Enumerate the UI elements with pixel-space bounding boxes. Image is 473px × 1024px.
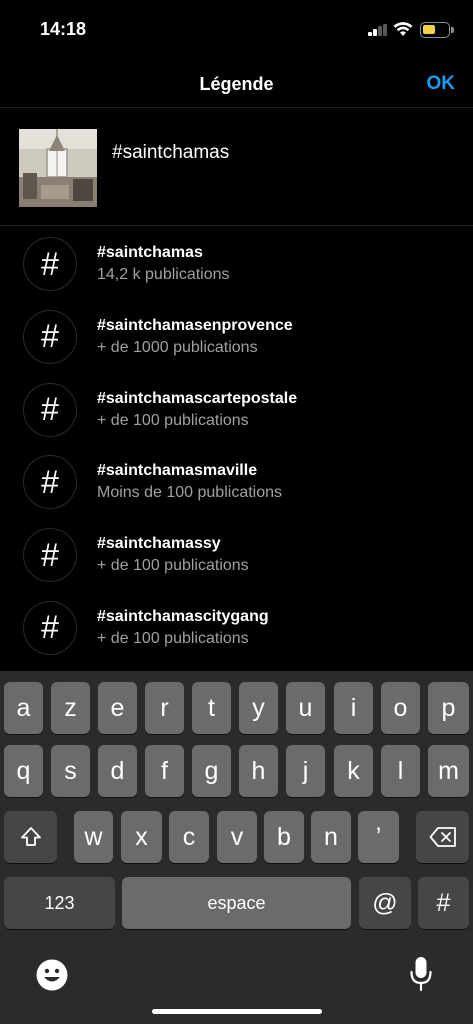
- hashtag-name: #saintchamassy: [97, 535, 221, 553]
- delete-key[interactable]: [416, 811, 469, 863]
- hashtag-post-count: + de 100 publications: [97, 411, 249, 429]
- space-key[interactable]: espace: [122, 877, 351, 929]
- hashtag-suggestion[interactable]: # #saintchamascitygang + de 100 publicat…: [0, 592, 473, 665]
- key-p[interactable]: p: [428, 682, 469, 734]
- caption-composer: #saintchamas: [0, 108, 473, 226]
- key-r[interactable]: r: [145, 682, 184, 734]
- numbers-key[interactable]: 123: [4, 877, 115, 929]
- status-time: 14:18: [40, 19, 87, 39]
- key-j[interactable]: j: [286, 745, 325, 797]
- hashtag-icon: #: [23, 237, 77, 291]
- hashtag-icon: #: [23, 600, 77, 655]
- key-d[interactable]: d: [98, 745, 137, 797]
- hashtag-suggestion[interactable]: # #saintchamassy + de 100 publications: [0, 519, 473, 592]
- key-m[interactable]: m: [428, 745, 469, 797]
- hashtag-post-count: 14,2 k publications: [97, 266, 230, 283]
- key-q[interactable]: q: [4, 745, 43, 797]
- hashtag-suggestion[interactable]: # #saintchamasenprovence + de 1000 publi…: [0, 301, 473, 374]
- emoji-icon[interactable]: [35, 958, 69, 992]
- hashtag-name: #saintchamasmaville: [97, 462, 258, 480]
- key-s[interactable]: s: [51, 745, 90, 797]
- hashtag-post-count: + de 1000 publications: [97, 338, 258, 356]
- at-key[interactable]: @: [359, 877, 411, 929]
- key-h[interactable]: h: [239, 745, 278, 797]
- key-f[interactable]: f: [145, 745, 184, 797]
- caption-input[interactable]: #saintchamas: [112, 142, 229, 164]
- key-w[interactable]: w: [74, 811, 113, 863]
- hashtag-suggestion[interactable]: # #saintchamascartepostale + de 100 publ…: [0, 374, 473, 447]
- ok-button[interactable]: OK: [427, 73, 456, 95]
- cellular-signal-icon: [368, 24, 388, 36]
- key-u[interactable]: u: [286, 682, 325, 734]
- key-b[interactable]: b: [264, 811, 304, 863]
- keyboard: a z e r t y u i o p q s d f g h j k l m …: [0, 671, 473, 1024]
- key-apostrophe[interactable]: ’: [358, 811, 399, 863]
- hashtag-suggestion-list: # #saintchamas 14,2 k publications # #sa…: [0, 228, 473, 665]
- key-l[interactable]: l: [381, 745, 420, 797]
- hashtag-post-count: + de 100 publications: [97, 557, 249, 575]
- key-z[interactable]: z: [51, 682, 90, 734]
- hashtag-icon: #: [23, 309, 77, 364]
- hashtag-icon: #: [23, 528, 77, 583]
- hashtag-suggestion[interactable]: # #saintchamas 14,2 k publications: [0, 228, 473, 301]
- key-g[interactable]: g: [192, 745, 231, 797]
- hashtag-name: #saintchamas: [97, 244, 203, 261]
- nav-bar: Légende OK: [0, 60, 473, 108]
- hashtag-icon: #: [23, 455, 77, 510]
- key-v[interactable]: v: [217, 811, 257, 863]
- key-t[interactable]: t: [192, 682, 231, 734]
- key-c[interactable]: c: [169, 811, 209, 863]
- key-i[interactable]: i: [334, 682, 373, 734]
- key-k[interactable]: k: [334, 745, 373, 797]
- battery-tip: [451, 27, 454, 33]
- key-e[interactable]: e: [98, 682, 137, 734]
- key-o[interactable]: o: [381, 682, 420, 734]
- shift-key[interactable]: [4, 811, 57, 863]
- hash-key[interactable]: #: [418, 877, 469, 929]
- hashtag-icon: #: [23, 382, 77, 437]
- key-y[interactable]: y: [239, 682, 278, 734]
- hashtag-name: #saintchamascartepostale: [97, 389, 298, 407]
- post-thumbnail: [19, 129, 97, 207]
- microphone-icon[interactable]: [409, 956, 433, 992]
- delete-icon: [429, 827, 456, 847]
- hashtag-name: #saintchamasenprovence: [97, 316, 293, 334]
- hashtag-post-count: Moins de 100 publications: [97, 484, 283, 502]
- hashtag-post-count: + de 100 publications: [97, 629, 249, 647]
- wifi-icon: [393, 22, 413, 36]
- battery-level: [423, 25, 435, 34]
- key-a[interactable]: a: [4, 682, 43, 734]
- status-bar: 14:18: [0, 0, 473, 60]
- key-x[interactable]: x: [121, 811, 162, 863]
- hashtag-suggestion[interactable]: # #saintchamasmaville Moins de 100 publi…: [0, 446, 473, 519]
- page-title: Légende: [199, 74, 274, 94]
- home-indicator[interactable]: [152, 1009, 322, 1014]
- hashtag-name: #saintchamascitygang: [97, 607, 269, 625]
- shift-icon: [20, 827, 41, 846]
- battery-icon: [420, 22, 450, 38]
- key-n[interactable]: n: [311, 811, 351, 863]
